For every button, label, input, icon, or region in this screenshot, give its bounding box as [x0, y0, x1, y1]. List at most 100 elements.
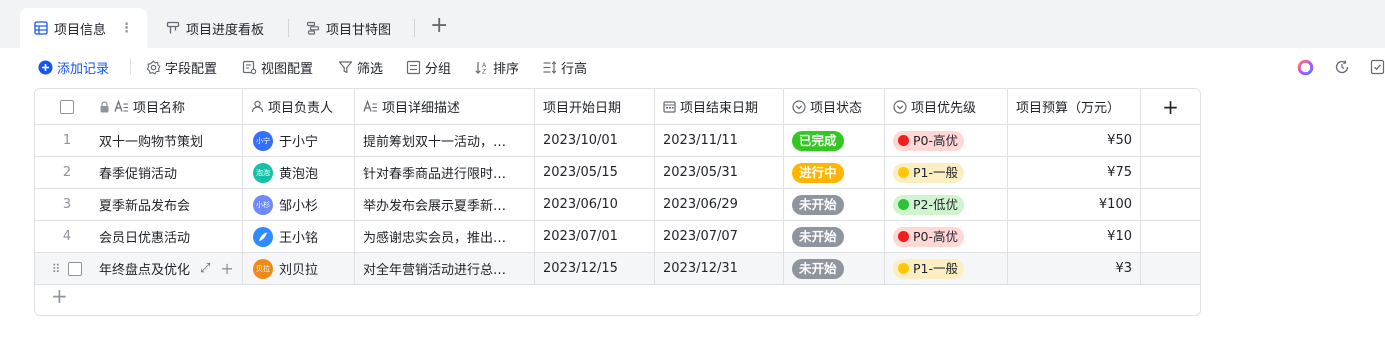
cell-priority[interactable]: P1-一般 — [885, 253, 1008, 284]
field-config-label: 字段配置 — [165, 62, 218, 77]
cell-priority[interactable]: P1-一般 — [885, 157, 1008, 188]
cell-budget[interactable]: ¥50 — [1008, 125, 1141, 156]
cell-priority[interactable]: P0-高优 — [885, 221, 1008, 252]
table-row[interactable]: 3 夏季新品发布会 小杉 邹小杉 举办发布会展示夏季新… 2023/06/10 2023/0… — [35, 189, 1200, 221]
drag-handle-icon[interactable]: ⠿ — [52, 262, 61, 276]
cell-start[interactable]: 2023/06/10 — [535, 189, 655, 220]
column-header-owner[interactable]: 项目负责人 — [243, 89, 355, 124]
cell-end[interactable]: 2023/06/29 — [655, 189, 784, 220]
cell-project-name[interactable]: 双十一购物节策划 — [99, 125, 243, 156]
add-column-button[interactable]: + — [1141, 89, 1200, 124]
cell-status[interactable]: 未开始 — [784, 221, 885, 252]
tab-project-gantt[interactable]: 项目甘特图 — [292, 8, 405, 48]
cell-end[interactable]: 2023/12/31 — [655, 253, 784, 284]
priority-tag: P1-一般 — [893, 162, 965, 183]
cell-owner[interactable]: 贝拉 刘贝拉 — [243, 253, 355, 284]
cell-status[interactable]: 进行中 — [784, 157, 885, 188]
cell-end[interactable]: 2023/11/11 — [655, 125, 784, 156]
cell-budget[interactable]: ¥100 — [1008, 189, 1141, 220]
cell-budget[interactable]: ¥75 — [1008, 157, 1141, 188]
person-icon — [251, 100, 264, 113]
column-header-budget[interactable]: 项目预算（万元） — [1008, 89, 1141, 124]
cell-project-name[interactable]: 夏季新品发布会 — [99, 189, 243, 220]
filter-icon — [338, 60, 353, 75]
column-header-name[interactable]: 项目名称 — [99, 89, 243, 124]
column-header-status[interactable]: 项目状态 — [784, 89, 885, 124]
cell-desc[interactable]: 为感谢忠实会员，推出… — [355, 221, 535, 252]
add-record-button[interactable]: 添加记录 — [38, 58, 109, 77]
view-config-button[interactable]: 视图配置 — [242, 58, 313, 77]
table-row[interactable]: ⠿ 年终盘点及优化 ⤢ + 贝拉 刘贝拉 对全年营销活动进行总… 2023/12/15 2023… — [35, 253, 1200, 285]
status-badge: 未开始 — [792, 258, 844, 279]
cell-end[interactable]: 2023/05/31 — [655, 157, 784, 188]
cell-status[interactable]: 未开始 — [784, 189, 885, 220]
select-all-cell[interactable] — [35, 89, 99, 124]
row-height-label: 行高 — [561, 62, 588, 77]
cell-owner[interactable]: 泡泡 黄泡泡 — [243, 157, 355, 188]
column-header-desc[interactable]: 项目详细描述 — [355, 89, 535, 124]
budget-value: ¥3 — [1115, 261, 1132, 276]
cell-desc[interactable]: 针对春季商品进行限时… — [355, 157, 535, 188]
column-header-end[interactable]: 项目结束日期 — [655, 89, 784, 124]
table-row[interactable]: 4 会员日优惠活动 王小铭 为感谢忠实会员，推出… 2023/07/01 2023/07/… — [35, 221, 1200, 253]
add-view-button[interactable]: + — [430, 14, 448, 38]
cell-owner[interactable]: 王小铭 — [243, 221, 355, 252]
add-row-button[interactable]: + — [51, 285, 68, 307]
cell-budget[interactable]: ¥3 — [1008, 253, 1141, 284]
project-name-text: 年终盘点及优化 — [99, 263, 191, 278]
priority-tag: P1-一般 — [893, 258, 965, 279]
cell-status[interactable]: 未开始 — [784, 253, 885, 284]
priority-dot-icon — [898, 135, 909, 146]
cell-desc[interactable]: 举办发布会展示夏季新… — [355, 189, 535, 220]
text-field-icon — [363, 100, 378, 113]
cell-project-name[interactable]: 春季促销活动 — [99, 157, 243, 188]
tab-project-info[interactable]: 项目信息 ⋮ — [20, 8, 148, 48]
table-row[interactable]: 2 春季促销活动 泡泡 黄泡泡 针对春季商品进行限时… 2023/05/15 2023/05… — [35, 157, 1200, 189]
cell-desc[interactable]: 对全年营销活动进行总… — [355, 253, 535, 284]
table-row[interactable]: 1 双十一购物节策划 小宁 于小宁 提前筹划双十一活动，… 2023/10/01 2023/… — [35, 125, 1200, 157]
column-header-priority[interactable]: 项目优先级 — [885, 89, 1008, 124]
row-index-cell[interactable]: 3 — [35, 189, 99, 220]
row-index-cell[interactable]: ⠿ — [35, 253, 99, 284]
add-record-label: 添加记录 — [57, 62, 110, 77]
cell-owner[interactable]: 小宁 于小宁 — [243, 125, 355, 156]
group-button[interactable]: 分组 — [406, 58, 451, 77]
field-config-button[interactable]: 字段配置 — [146, 58, 217, 77]
cell-priority[interactable]: P2-低优 — [885, 189, 1008, 220]
row-index-cell[interactable]: 2 — [35, 157, 99, 188]
row-height-button[interactable]: 行高 — [542, 58, 587, 77]
cell-start[interactable]: 2023/12/15 — [535, 253, 655, 284]
cell-priority[interactable]: P0-高优 — [885, 125, 1008, 156]
cell-start[interactable]: 2023/05/15 — [535, 157, 655, 188]
cell-desc[interactable]: 提前筹划双十一活动，… — [355, 125, 535, 156]
cell-owner[interactable]: 小杉 邹小杉 — [243, 189, 355, 220]
priority-tag: P0-高优 — [893, 130, 965, 151]
cell-status[interactable]: 已完成 — [784, 125, 885, 156]
start-text: 2023/10/01 — [543, 133, 618, 148]
tab-more-icon[interactable]: ⋮ — [120, 21, 133, 36]
filter-button[interactable]: 筛选 — [338, 58, 383, 77]
gantt-icon — [306, 21, 320, 35]
select-all-checkbox[interactable] — [60, 99, 74, 114]
cell-budget[interactable]: ¥10 — [1008, 221, 1141, 252]
cell-end[interactable]: 2023/07/07 — [655, 221, 784, 252]
add-subrecord-icon[interactable]: + — [220, 259, 233, 278]
row-index-cell[interactable]: 4 — [35, 221, 99, 252]
tab-project-kanban[interactable]: 项目进度看板 — [152, 8, 278, 48]
budget-value: ¥10 — [1107, 229, 1132, 244]
expand-record-icon[interactable]: ⤢ — [200, 261, 210, 276]
sort-button[interactable]: AZ 排序 — [474, 58, 519, 77]
row-index-cell[interactable]: 1 — [35, 125, 99, 156]
cell-project-name[interactable]: 会员日优惠活动 — [99, 221, 243, 252]
priority-label: P0-高优 — [913, 228, 959, 244]
column-header-start[interactable]: 项目开始日期 — [535, 89, 655, 124]
cell-start[interactable]: 2023/07/01 — [535, 221, 655, 252]
desc-text: 举办发布会展示夏季新… — [363, 199, 507, 214]
cell-project-name[interactable]: 年终盘点及优化 ⤢ + — [99, 253, 243, 284]
history-icon[interactable] — [1334, 59, 1350, 75]
ai-assistant-icon[interactable] — [1297, 59, 1314, 76]
task-check-icon[interactable] — [1370, 59, 1385, 75]
start-text: 2023/12/15 — [543, 261, 618, 276]
row-checkbox[interactable] — [68, 261, 83, 276]
cell-start[interactable]: 2023/10/01 — [535, 125, 655, 156]
